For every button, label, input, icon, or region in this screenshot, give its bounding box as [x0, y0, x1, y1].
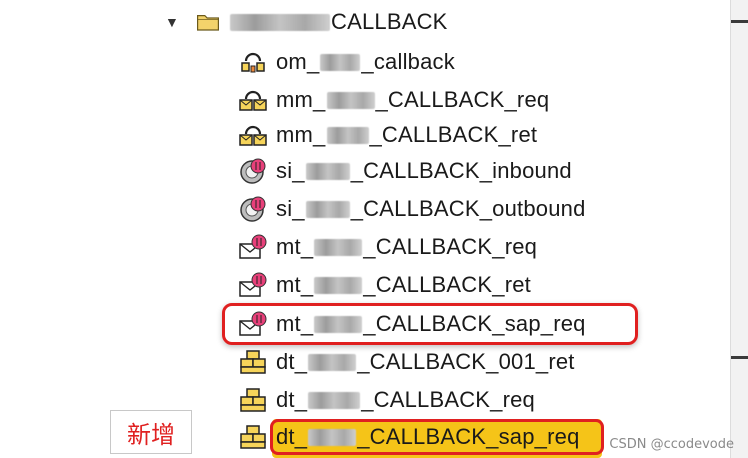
redacted-text: [308, 353, 357, 371]
message-type-icon: [239, 272, 267, 297]
item-suffix: _CALLBACK_001_ret: [357, 349, 575, 374]
message-mapping-icon: [239, 125, 267, 146]
message-type-icon: [239, 234, 267, 259]
scrollbar-mark-top: [731, 20, 748, 23]
tree-item[interactable]: si_ _CALLBACK_inbound: [238, 155, 572, 187]
redacted-text: [326, 91, 375, 109]
folder-label: CALLBACK: [331, 9, 448, 34]
redacted-text: [305, 162, 350, 180]
data-type-icon: [240, 388, 266, 412]
tree-folder-callback[interactable]: ▼ CALLBACK: [165, 6, 448, 38]
folder-icon: [197, 15, 219, 31]
item-prefix: mt_: [276, 234, 314, 259]
message-type-icon: [239, 311, 267, 336]
item-suffix: _CALLBACK_req: [361, 387, 535, 412]
item-suffix: _CALLBACK_sap_req: [357, 424, 580, 449]
watermark: CSDN @ccodevode: [609, 437, 734, 452]
item-suffix: _CALLBACK_ret: [369, 122, 538, 147]
scrollbar-mark-bottom: [731, 356, 748, 359]
item-suffix: _CALLBACK_outbound: [350, 196, 586, 221]
tree-item[interactable]: dt_ _CALLBACK_001_ret: [238, 346, 575, 378]
redacted-text: [326, 126, 369, 144]
item-prefix: dt_: [276, 387, 308, 412]
redacted-text: [308, 428, 357, 446]
redacted-text: [305, 200, 350, 218]
item-prefix: mm_: [276, 87, 326, 112]
tree-item[interactable]: mt_ _CALLBACK_req: [238, 231, 537, 263]
item-prefix: si_: [276, 158, 305, 183]
item-prefix: mt_: [276, 272, 314, 297]
tree-item[interactable]: si_ _CALLBACK_outbound: [238, 193, 586, 225]
data-type-icon: [240, 425, 266, 449]
item-suffix: _CALLBACK_inbound: [350, 158, 572, 183]
item-suffix: _CALLBACK_ret: [363, 272, 531, 297]
redacted-text: [314, 238, 363, 256]
item-prefix: mt_: [276, 311, 314, 336]
item-prefix: si_: [276, 196, 305, 221]
tree-item[interactable]: mt_ _CALLBACK_ret: [238, 269, 531, 301]
item-prefix: dt_: [276, 349, 308, 374]
tree-item[interactable]: mm_ _CALLBACK_req: [238, 84, 549, 116]
tree-item[interactable]: dt_ _CALLBACK_sap_req: [238, 421, 580, 453]
service-interface-icon: [240, 196, 266, 222]
tree-item[interactable]: dt_ _CALLBACK_req: [238, 384, 535, 416]
item-prefix: om_: [276, 49, 320, 74]
tree-item[interactable]: mm_ _CALLBACK_ret: [238, 119, 537, 151]
redacted-text: [230, 13, 330, 31]
redacted-text: [308, 391, 361, 409]
item-prefix: mm_: [276, 122, 326, 147]
item-suffix: _CALLBACK_req: [375, 87, 550, 112]
vertical-scrollbar[interactable]: [730, 0, 748, 458]
item-prefix: dt_: [276, 424, 308, 449]
redacted-text: [320, 53, 361, 71]
tree-item[interactable]: mt_ _CALLBACK_sap_req: [238, 308, 586, 340]
service-interface-icon: [240, 158, 266, 184]
item-suffix: _CALLBACK_sap_req: [363, 311, 586, 336]
data-type-icon: [240, 350, 266, 374]
item-suffix: _CALLBACK_req: [363, 234, 538, 259]
new-annotation-label: 新增: [110, 410, 192, 454]
tree-item[interactable]: om_ _callback: [238, 46, 455, 78]
redacted-text: [314, 276, 363, 294]
expand-triangle-icon[interactable]: ▼: [165, 14, 193, 30]
redacted-text: [314, 315, 363, 333]
item-suffix: _callback: [361, 49, 455, 74]
operation-mapping-icon: [241, 52, 265, 73]
message-mapping-icon: [239, 90, 267, 111]
